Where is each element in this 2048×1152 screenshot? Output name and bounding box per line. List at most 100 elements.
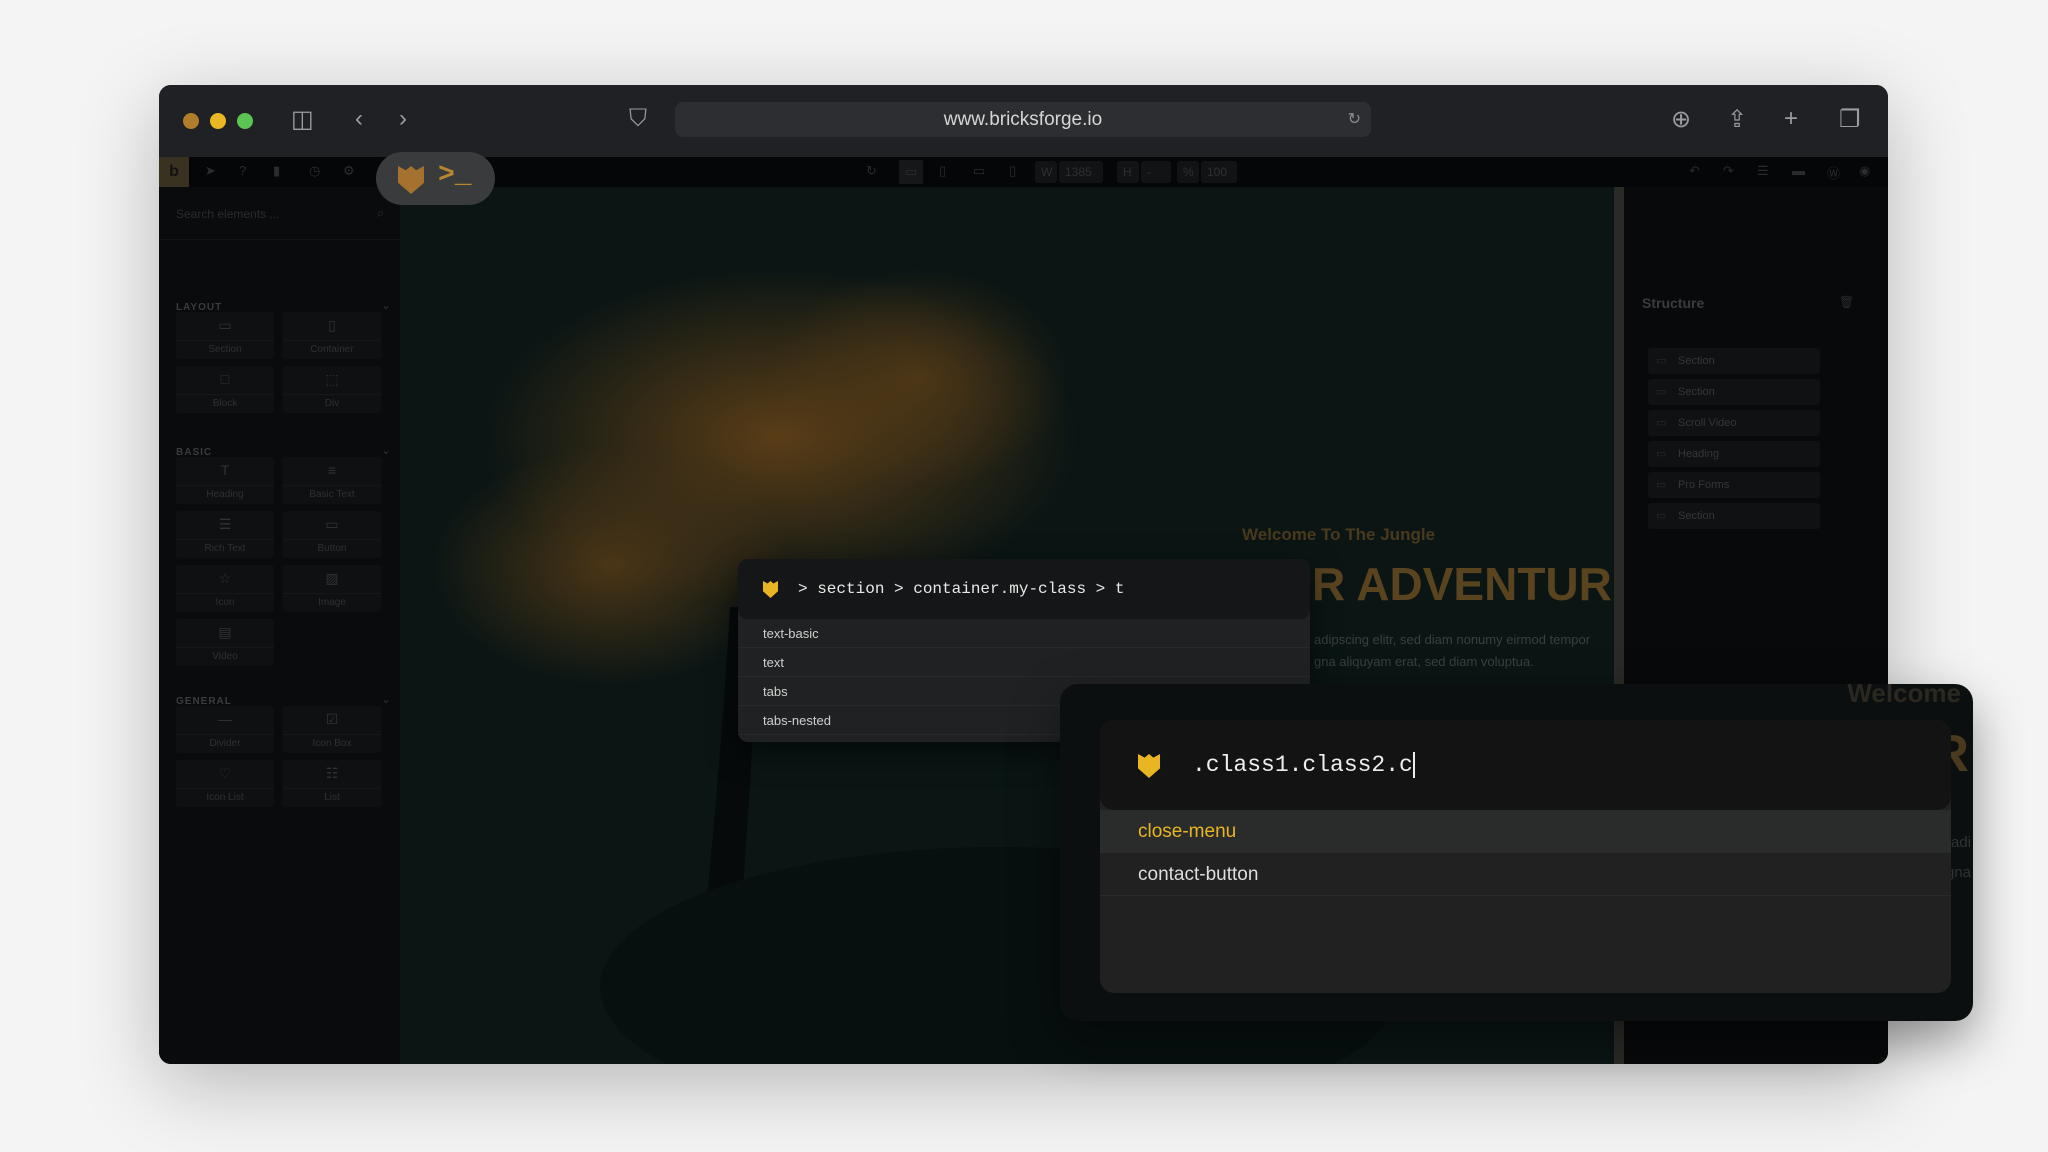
structure-item-label: Scroll Video [1678,417,1737,429]
width-input[interactable]: 1385 [1059,161,1103,183]
selector-input[interactable]: > section > container.my-class > t [738,559,1310,619]
mobile-icon[interactable]: ▯ [1009,163,1016,179]
bricksforge-shield-icon[interactable] [398,166,424,194]
element-label: Icon Box [283,734,381,749]
icon-icon: ☆ [218,570,232,586]
element-label: Basic Text [283,485,381,500]
help-icon[interactable]: ? [239,163,246,178]
close-window-button[interactable] [183,113,199,129]
zoom-label: % [1177,161,1199,183]
forward-icon[interactable]: › [399,105,407,133]
search-input[interactable]: Search elements ... [176,207,279,221]
element-icon-list[interactable]: ♡ Icon List [176,760,274,807]
canvas-fragment: adi [1950,834,1971,851]
structure-item[interactable]: ▭ Pro Forms [1648,472,1820,498]
text-cursor [1412,751,1415,778]
pointer-icon[interactable]: ➤ [205,163,216,179]
hero-heading: R ADVENTURE [1312,558,1614,610]
structure-item[interactable]: ▭ Section [1648,348,1820,374]
suggestion-item[interactable]: text [738,648,1310,677]
search-icon: ⌕ [377,205,385,220]
settings-icon[interactable]: ⚙ [343,163,355,179]
element-div[interactable]: ⬚ Div [283,366,381,413]
class-query: .class1.class2.c [1192,752,1413,778]
structure-item[interactable]: ▭ Section [1648,379,1820,405]
maximize-window-button[interactable] [237,113,253,129]
privacy-shield-icon[interactable]: ⛉ [629,105,647,133]
collapse-chevron-icon[interactable]: ⌄ [381,692,391,706]
zoom-input[interactable]: 100 [1201,161,1237,183]
download-icon[interactable]: ⊕ [1671,105,1691,134]
redo-icon[interactable]: ↷ [1723,163,1734,179]
structure-icon[interactable]: ☰ [1757,163,1769,179]
element-button[interactable]: ▭ Button [283,511,381,558]
terminal-icon[interactable]: >_ [438,160,472,191]
structure-item[interactable]: ▭ Section [1648,503,1820,529]
tablet-portrait-icon[interactable]: ▯ [939,163,946,179]
tabs-overview-icon[interactable]: ❐ [1839,105,1861,134]
desktop-icon[interactable]: ▭ [899,160,923,184]
element-video[interactable]: ▤ Video [176,619,274,666]
selector-query: > section > container.my-class > t [798,580,1125,598]
folder-icon[interactable]: ▬ [1792,163,1805,178]
hero-body-line-2: gna aliquyam erat, sed diam voluptua. [1314,654,1534,669]
back-icon[interactable]: ‹ [355,105,363,133]
element-label: Container [283,340,381,355]
rich-text-icon: ☰ [218,516,232,532]
element-rich-text[interactable]: ☰ Rich Text [176,511,274,558]
preview-icon[interactable]: ◉ [1859,163,1870,179]
class-suggestion-item[interactable]: close-menu [1100,810,1951,853]
element-heading[interactable]: T Heading [176,457,274,504]
share-icon[interactable]: ⇪ [1727,105,1747,134]
button-icon: ▭ [325,516,339,532]
element-icon-box[interactable]: ☑ Icon Box [283,706,381,753]
suggestion-item[interactable]: text-basic [738,619,1310,648]
element-block[interactable]: □ Block [176,366,274,413]
icon-list-icon: ♡ [218,765,232,781]
wordpress-icon[interactable]: Ⓦ [1827,163,1840,182]
delete-icon[interactable]: 🗑 [1839,295,1854,309]
element-basic-text[interactable]: ≡ Basic Text [283,457,381,504]
new-tab-icon[interactable]: + [1784,105,1798,133]
element-type-icon: ▭ [1656,386,1667,398]
element-icon[interactable]: ☆ Icon [176,565,274,612]
class-suggestion-item[interactable]: contact-button [1100,853,1951,896]
bricksforge-launcher[interactable]: >_ [376,152,495,205]
element-list[interactable]: ☷ List [283,760,381,807]
basic-text-icon: ≡ [327,462,337,478]
tablet-landscape-icon[interactable]: ▭ [973,163,985,179]
video-icon: ▤ [218,624,232,640]
class-input[interactable]: .class1.class2.c [1100,720,1951,810]
collapse-chevron-icon[interactable]: ⌄ [381,298,391,312]
div-icon: ⬚ [325,371,339,387]
structure-item-label: Pro Forms [1678,479,1730,491]
section-icon: ▭ [218,317,232,333]
history-icon[interactable]: ◷ [309,163,320,179]
sidebar-toggle-icon[interactable]: ◫ [291,105,314,134]
element-section[interactable]: ▭ Section [176,312,274,359]
structure-item-label: Heading [1678,448,1719,460]
bricks-logo[interactable]: b [159,157,189,187]
element-divider[interactable]: — Divider [176,706,274,753]
address-bar[interactable]: www.bricksforge.io ↻ [675,102,1371,137]
element-type-icon: ▭ [1656,355,1667,367]
element-label: Divider [176,734,274,749]
minimize-window-button[interactable] [210,113,226,129]
class-command-window: Welcome R adi gna .class1.class2.c close… [1060,684,1973,1021]
element-container[interactable]: ▯ Container [283,312,381,359]
element-image[interactable]: ▨ Image [283,565,381,612]
structure-item[interactable]: ▭ Scroll Video [1648,410,1820,436]
height-input[interactable]: - [1141,161,1171,183]
structure-item-label: Section [1678,355,1715,367]
refresh-icon[interactable]: ↻ [866,163,877,179]
image-icon: ▨ [325,570,339,586]
element-type-icon: ▭ [1656,510,1667,522]
collapse-chevron-icon[interactable]: ⌄ [381,443,391,457]
undo-icon[interactable]: ↶ [1689,163,1700,179]
element-label: Block [176,394,274,409]
elements-panel: Search elements ... ⌕ LAYOUT ⌄ ▭ Section ▯ Co… [159,187,400,1064]
page-icon[interactable]: ▮ [273,163,280,179]
structure-item[interactable]: ▭ Heading [1648,441,1820,467]
icon-box-icon: ☑ [325,711,339,727]
reload-icon[interactable]: ↻ [1348,102,1361,137]
